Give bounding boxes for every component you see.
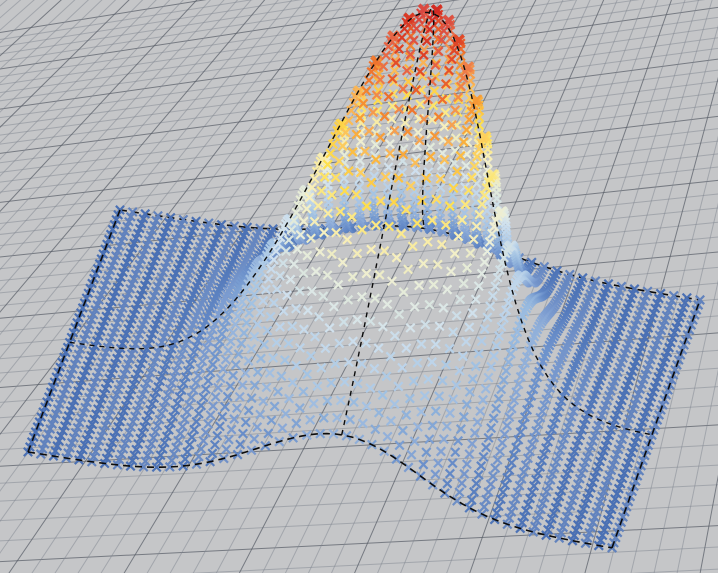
- perspective-viewport[interactable]: [0, 0, 718, 573]
- surface-plot-canvas: [0, 0, 718, 573]
